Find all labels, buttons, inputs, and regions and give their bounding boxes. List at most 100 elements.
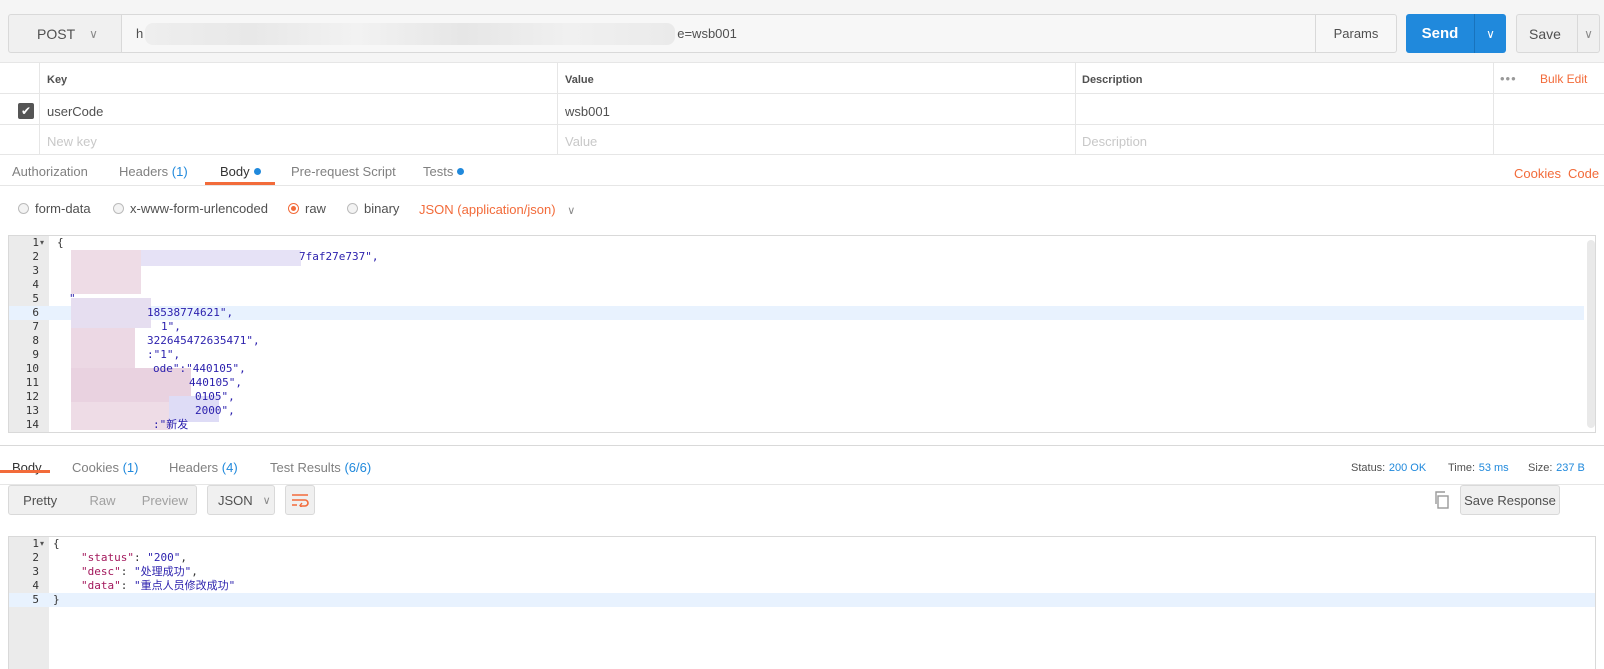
params-button[interactable]: Params (1315, 14, 1397, 53)
chevron-down-icon: ∨ (89, 26, 98, 41)
param-value-cell[interactable]: wsb001 (565, 104, 610, 119)
send-button[interactable]: Send ∨ (1406, 14, 1506, 53)
view-mode-toggle: Pretty Raw Preview (8, 485, 197, 515)
code-line: 322645472635471", (147, 334, 260, 347)
params-col-divider (1075, 63, 1076, 154)
tab-body[interactable]: Body (220, 164, 261, 179)
raw-button[interactable]: Raw (71, 493, 133, 508)
json-key: "desc" (81, 565, 121, 578)
line-number: 7 (32, 320, 39, 333)
line-number: 12 (25, 390, 39, 403)
param-enabled-checkbox[interactable]: ✔ (18, 103, 34, 119)
response-tab-headers[interactable]: Headers (4) (169, 460, 238, 475)
param-key-cell[interactable]: userCode (47, 104, 103, 119)
time-value: 53 ms (1478, 462, 1509, 474)
radio-raw[interactable]: raw (288, 201, 326, 216)
request-body-editor[interactable]: 1 2 3 4 5 6 7 8 9 10 11 12 13 14 ▾ { 7fa… (8, 235, 1596, 433)
params-header-description: Description (1082, 74, 1143, 86)
new-description-input[interactable]: Description (1082, 134, 1147, 149)
fold-arrow-icon[interactable]: ▾ (40, 537, 44, 551)
json-key: "status" (81, 551, 134, 564)
code-line: ode":"440105", (153, 362, 246, 375)
preview-button[interactable]: Preview (134, 493, 196, 508)
save-dropdown-chevron-icon[interactable]: ∨ (1578, 27, 1599, 41)
radio-circle-icon (347, 203, 358, 214)
wrap-lines-button[interactable] (285, 485, 315, 515)
line-number: 6 (32, 306, 39, 319)
json-key: "data" (81, 579, 121, 592)
editor-scrollbar[interactable] (1587, 240, 1595, 428)
response-tab-headers-count: (4) (221, 460, 238, 475)
tests-dot-icon (457, 168, 465, 175)
radio-urlencoded[interactable]: x-www-form-urlencoded (113, 201, 268, 216)
pretty-button[interactable]: Pretty (9, 493, 71, 508)
new-key-input[interactable]: New key (47, 134, 97, 149)
response-tab-test-results[interactable]: Test Results (6/6) (270, 460, 371, 475)
time-label: Time: (1448, 462, 1476, 474)
redacted-url-blur (145, 22, 676, 45)
code-line: :"新发 (153, 418, 189, 431)
send-dropdown-chevron-icon[interactable]: ∨ (1475, 27, 1506, 41)
format-select[interactable]: JSON ∨ (207, 485, 275, 515)
tab-tests[interactable]: Tests (423, 164, 465, 179)
tab-tests-label: Tests (423, 164, 454, 179)
bulk-edit-link[interactable]: Bulk Edit (1540, 72, 1587, 86)
size-value: 237 B (1556, 462, 1585, 474)
line-number: 4 (32, 278, 39, 291)
params-row-divider (0, 124, 1604, 125)
tab-prerequest-script[interactable]: Pre-request Script (291, 164, 396, 179)
code-line: "status": "200", (81, 551, 187, 564)
response-body-viewer[interactable]: 1 2 3 4 5 ▾ { "status": "200", "desc": "… (8, 536, 1596, 669)
line-number: 4 (32, 579, 39, 592)
line-number: 8 (32, 334, 39, 347)
code-line: 7faf27e737", (299, 250, 379, 263)
url-text-start: h (136, 26, 144, 41)
save-response-button[interactable]: Save Response (1460, 485, 1560, 515)
line-number: 13 (25, 404, 39, 417)
response-code-lines: { "status": "200", "desc": "处理成功", "data… (53, 537, 235, 607)
params-header-divider (0, 93, 1604, 94)
radio-form-data[interactable]: form-data (18, 201, 91, 216)
cookies-link[interactable]: Cookies (1514, 166, 1561, 181)
radio-form-data-label: form-data (35, 201, 91, 216)
line-number: 5 (32, 593, 39, 606)
code-line: "data": "重点人员修改成功" (81, 579, 236, 592)
tab-headers[interactable]: Headers (1) (119, 164, 188, 179)
json-string: "重点人员修改成功" (134, 579, 236, 592)
response-tab-tests-count: (6/6) (344, 460, 372, 475)
method-label: POST (37, 25, 76, 42)
wrap-lines-icon (292, 494, 309, 507)
response-time: Time: 53 ms (1448, 459, 1509, 474)
line-numbers: 1 2 3 4 5 6 7 8 9 10 11 12 13 14 (9, 236, 39, 432)
save-button[interactable]: Save ∨ (1516, 14, 1600, 53)
json-string: "200" (147, 551, 181, 564)
radio-circle-icon (18, 203, 29, 214)
more-options-icon[interactable]: ••• (1500, 71, 1517, 86)
code-line: } (53, 593, 60, 606)
active-response-tab-indicator (0, 470, 50, 473)
copy-icon[interactable] (1433, 491, 1451, 512)
body-modified-dot-icon (253, 168, 261, 175)
code-link[interactable]: Code (1568, 166, 1599, 181)
method-select[interactable]: POST ∨ (8, 14, 122, 53)
tab-authorization[interactable]: Authorization (12, 164, 88, 179)
response-tab-cookies[interactable]: Cookies (1) (72, 460, 138, 475)
response-tab-headers-label: Headers (169, 460, 219, 475)
tab-headers-count: (1) (171, 164, 188, 179)
line-number: 9 (32, 348, 39, 361)
code-line: 440105", (189, 376, 242, 389)
radio-binary[interactable]: binary (347, 201, 399, 216)
url-input[interactable]: h e=wsb001 (121, 14, 1316, 53)
response-divider (0, 445, 1604, 446)
radio-selected-icon (288, 203, 299, 214)
code-line: " (69, 292, 76, 305)
line-number: 14 (25, 418, 39, 431)
new-value-input[interactable]: Value (565, 134, 597, 149)
fold-arrow-icon[interactable]: ▾ (40, 236, 44, 250)
line-number: 1 (32, 236, 39, 249)
line-number: 5 (32, 292, 39, 305)
response-size: Size: 237 B (1528, 459, 1585, 474)
content-type-select[interactable]: JSON (application/json) ∨ (419, 202, 575, 217)
